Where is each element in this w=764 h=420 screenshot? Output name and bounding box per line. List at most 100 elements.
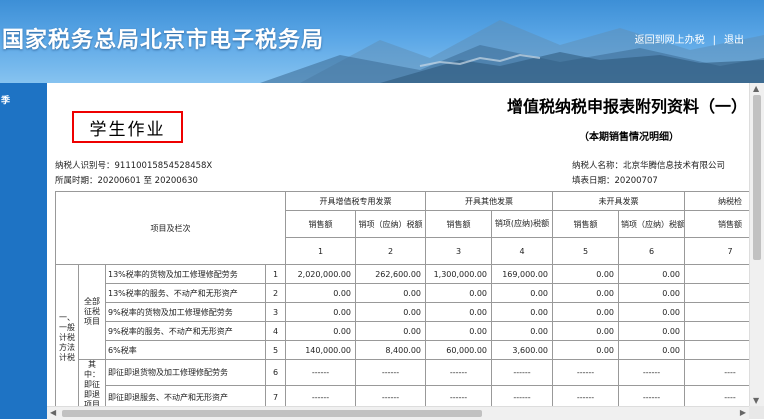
- column-number: 5: [552, 237, 619, 265]
- table-cell[interactable]: 0.00: [552, 302, 619, 322]
- table-cell: ------: [355, 384, 426, 406]
- group-all-taxable: 全部征税项目: [78, 264, 106, 360]
- vertical-scroll-thumb[interactable]: [753, 95, 761, 260]
- table-cell[interactable]: 0.: [684, 283, 749, 303]
- table-cell: ------: [618, 359, 685, 386]
- table-cell[interactable]: 0.00: [618, 283, 685, 303]
- left-sidebar: 季: [0, 83, 47, 419]
- table-row: 一、一般计税方法计税 全部征税项目 13%税率的货物及加工修理修配劳务 1 2,…: [55, 264, 749, 406]
- table-cell[interactable]: 60,000.00: [425, 340, 492, 360]
- table-cell[interactable]: 8,400.00: [355, 340, 426, 360]
- row-label: 9%税率的货物及加工修理修配劳务: [105, 302, 266, 322]
- table-cell[interactable]: 262,600.00: [355, 264, 426, 284]
- return-to-online-tax-link[interactable]: 返回到网上办税: [635, 35, 705, 46]
- table-cell[interactable]: 0.00: [552, 264, 619, 284]
- row-number: 4: [265, 321, 286, 341]
- sub-header: 销售额: [552, 210, 619, 238]
- scroll-up-arrow-icon[interactable]: ▲: [753, 84, 759, 93]
- column-number: 7: [684, 237, 749, 265]
- horizontal-scroll-thumb[interactable]: [62, 410, 482, 417]
- table-cell[interactable]: 3,600.00: [491, 340, 553, 360]
- row-number: 5: [265, 340, 286, 360]
- table-row: 其中：即征即退项目 即征即退货物及加工修理修配劳务 6 ------ -----…: [56, 359, 749, 406]
- table-cell[interactable]: 0.00: [285, 321, 356, 341]
- group-header-inspection: 纳税检: [684, 191, 749, 211]
- scroll-left-arrow-icon[interactable]: ◀: [50, 408, 56, 417]
- table-cell[interactable]: 0.: [684, 302, 749, 322]
- table-cell[interactable]: 0.00: [552, 283, 619, 303]
- row-label: 6%税率: [105, 340, 266, 360]
- table-cell[interactable]: 0.00: [425, 321, 492, 341]
- sub-header: 销售额: [425, 210, 492, 238]
- table-cell[interactable]: 0.00: [618, 264, 685, 284]
- table-cell: ------: [618, 384, 685, 406]
- sub-header: 销项（应纳）税额: [355, 210, 426, 238]
- sub-header: 销售额: [285, 210, 356, 238]
- table-cell[interactable]: 169,000.00: [491, 264, 553, 284]
- table-cell[interactable]: 0.: [684, 321, 749, 341]
- table-cell: ------: [425, 384, 492, 406]
- column-number: 2: [355, 237, 426, 265]
- sidebar-label[interactable]: 季: [1, 93, 10, 106]
- table-cell: ------: [425, 359, 492, 386]
- row-label: 13%税率的货物及加工修理修配劳务: [105, 264, 266, 284]
- header-item-column: 项目及栏次: [55, 191, 286, 265]
- document-subtitle: （本期销售情况明细）: [579, 132, 679, 143]
- scroll-down-arrow-icon[interactable]: ▼: [753, 396, 759, 405]
- table-cell[interactable]: 0.00: [285, 302, 356, 322]
- table-cell[interactable]: 0.: [684, 340, 749, 360]
- column-number: 1: [285, 237, 356, 265]
- table-cell[interactable]: 0.00: [491, 321, 553, 341]
- table-cell: ------: [552, 384, 619, 406]
- table-row: 9%税率的货物及加工修理修配劳务 3 0.00 0.00 0.00 0.00 0…: [56, 302, 749, 322]
- table-cell[interactable]: 0.00: [491, 302, 553, 322]
- table-cell[interactable]: 0.00: [491, 283, 553, 303]
- table-cell[interactable]: 2,020,000.00: [285, 264, 356, 284]
- taxpayer-name: 纳税人名称：北京华腾信息技术有限公司: [572, 161, 726, 171]
- table-cell[interactable]: 0.: [684, 264, 749, 284]
- document-area: 增值税纳税申报表附列资料（一） 学生作业 （本期销售情况明细） 纳税人识别号：9…: [47, 83, 749, 406]
- row-number: 2: [265, 283, 286, 303]
- row-label: 13%税率的服务、不动产和无形资产: [105, 283, 266, 303]
- vertical-scrollbar[interactable]: ▲ ▼: [749, 83, 764, 406]
- group-header-special-invoice: 开具增值税专用发票: [285, 191, 426, 211]
- header-links: 返回到网上办税 | 退出: [635, 31, 744, 46]
- table-cell[interactable]: 0.00: [355, 283, 426, 303]
- table-cell[interactable]: 1,300,000.00: [425, 264, 492, 284]
- row-label: 即征即退货物及加工修理修配劳务: [105, 359, 266, 386]
- table-cell: ------: [552, 359, 619, 386]
- table-cell[interactable]: 0.00: [355, 302, 426, 322]
- table-cell[interactable]: 0.00: [552, 340, 619, 360]
- scrollbar-corner: [749, 406, 764, 419]
- table-cell[interactable]: 0.00: [618, 340, 685, 360]
- logout-link[interactable]: 退出: [724, 35, 744, 46]
- tax-period: 所属时期：20200601 至 20200630: [55, 176, 198, 186]
- header-banner: 国家税务总局北京市电子税务局 返回到网上办税 | 退出: [0, 0, 764, 83]
- table-cell[interactable]: 0.00: [425, 283, 492, 303]
- row-number: 7: [265, 384, 286, 406]
- row-number: 6: [265, 359, 286, 386]
- row-number: 1: [265, 264, 286, 284]
- table-cell[interactable]: 0.00: [552, 321, 619, 341]
- student-work-stamp: 学生作业: [72, 111, 183, 143]
- table-cell[interactable]: 0.00: [425, 302, 492, 322]
- table-row: 9%税率的服务、不动产和无形资产 4 0.00 0.00 0.00 0.00 0…: [56, 321, 749, 341]
- table-cell: ------: [491, 359, 553, 386]
- table-cell[interactable]: 0.00: [285, 283, 356, 303]
- link-separator: |: [712, 35, 716, 46]
- table-cell[interactable]: 140,000.00: [285, 340, 356, 360]
- taxpayer-id: 纳税人识别号：91110015854528458X: [55, 161, 213, 171]
- horizontal-scrollbar[interactable]: ◀ ▶: [47, 406, 749, 420]
- sub-header: 销售额: [684, 210, 749, 238]
- group-header-no-invoice: 未开具发票: [552, 191, 685, 211]
- sub-header: 销项（应纳）税额: [618, 210, 685, 238]
- table-cell[interactable]: 0.00: [355, 321, 426, 341]
- table-cell[interactable]: 0.00: [618, 321, 685, 341]
- table-cell: ----: [684, 384, 749, 406]
- scroll-right-arrow-icon[interactable]: ▶: [740, 408, 746, 417]
- group-immediate-refund: 其中：即征即退项目: [78, 359, 106, 406]
- row-number: 3: [265, 302, 286, 322]
- row-label: 9%税率的服务、不动产和无形资产: [105, 321, 266, 341]
- table-cell: ------: [355, 359, 426, 386]
- table-cell[interactable]: 0.00: [618, 302, 685, 322]
